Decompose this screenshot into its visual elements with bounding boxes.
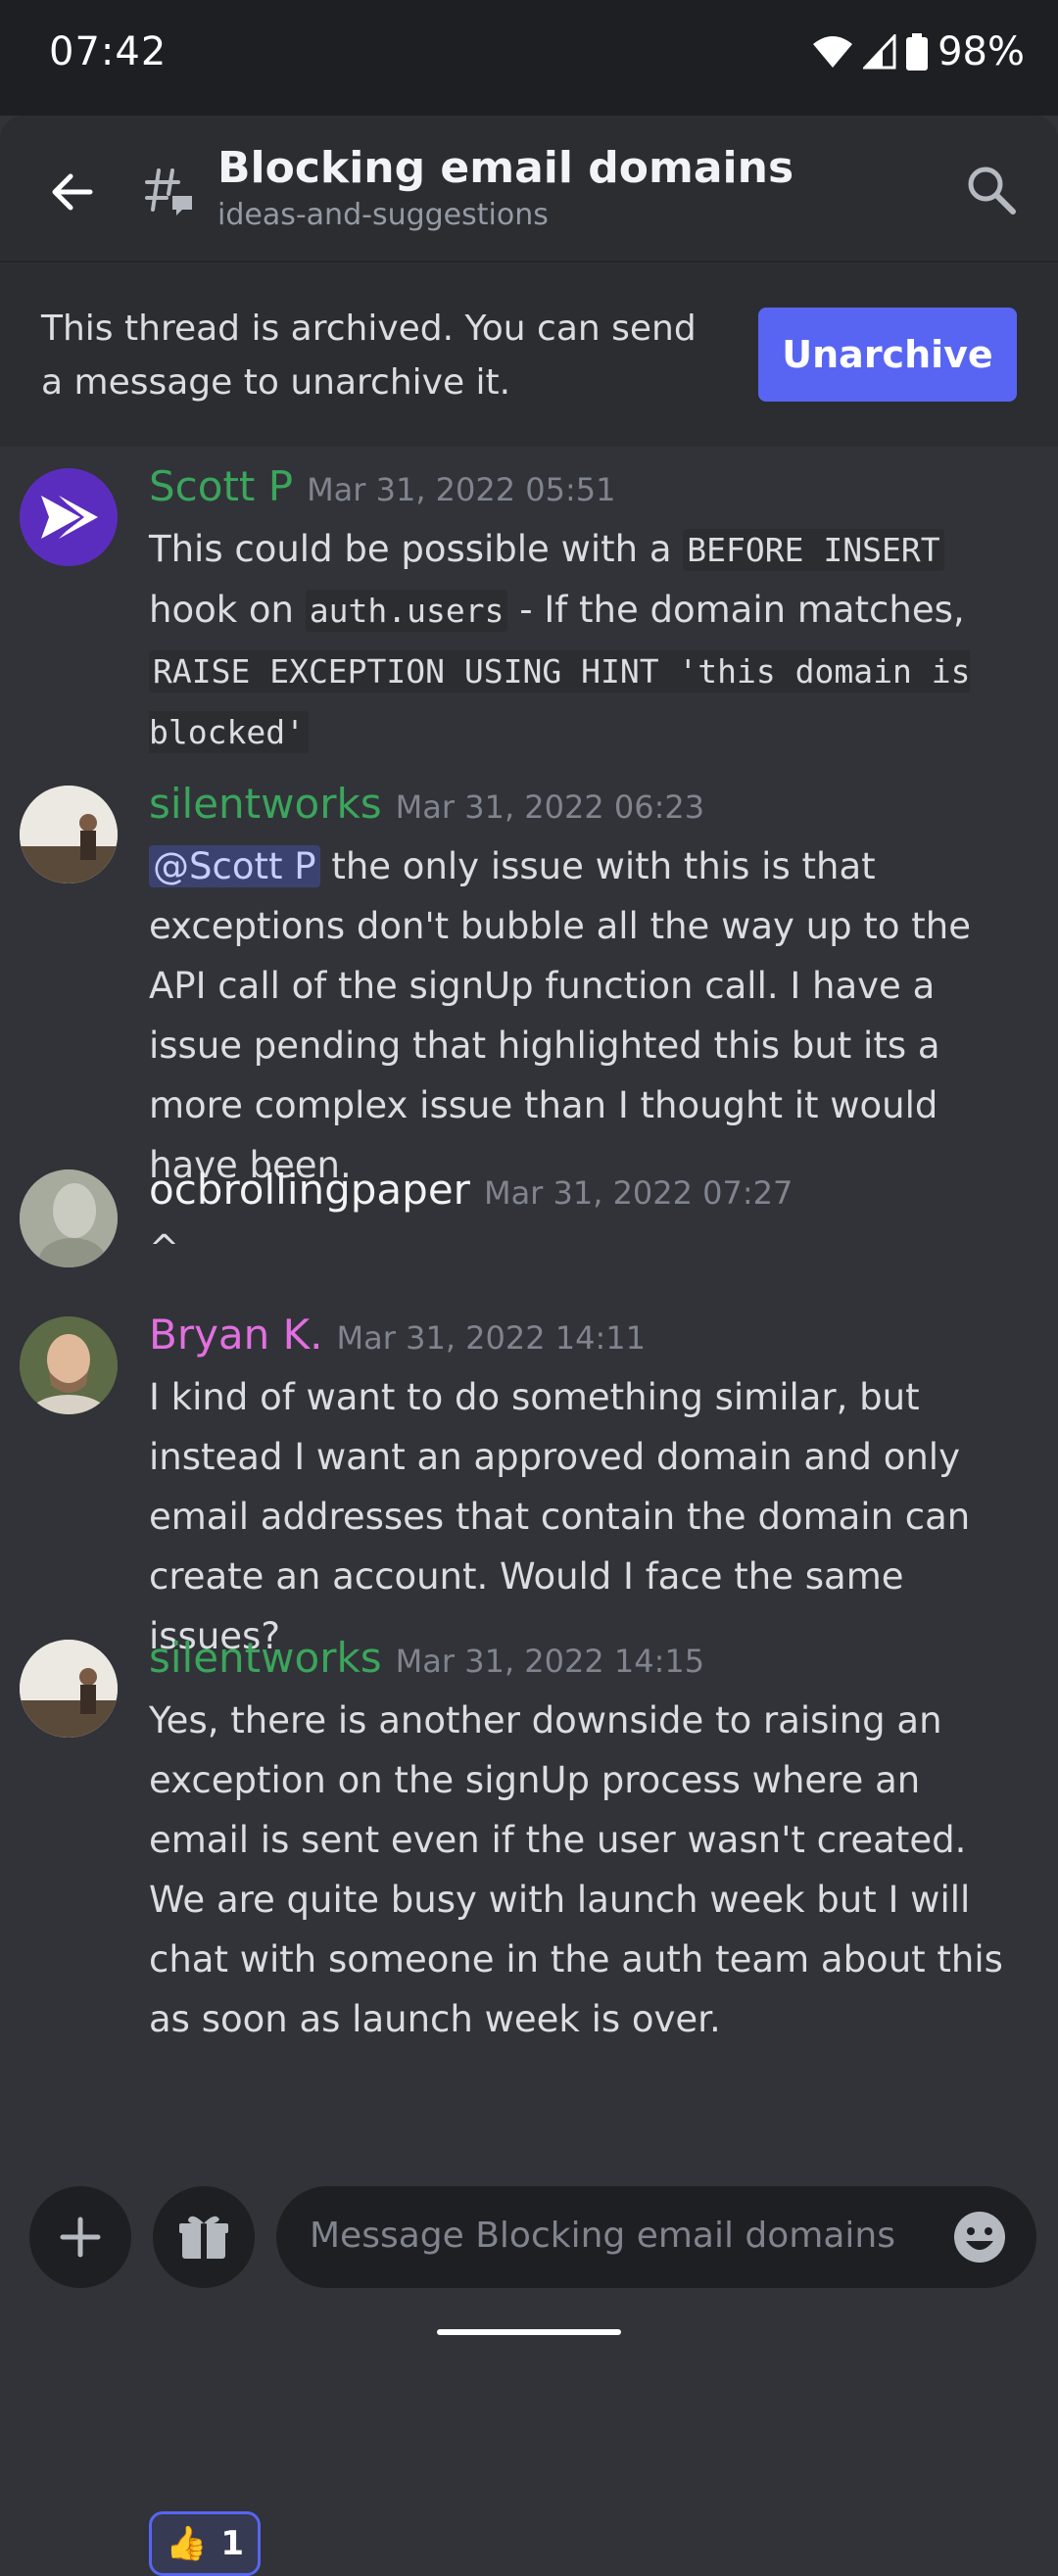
message-text: I kind of want to do something similar, … <box>149 1376 971 1657</box>
battery-percent: 98% <box>938 29 1025 74</box>
user-mention[interactable]: @Scott P <box>149 845 320 887</box>
logo-icon <box>41 496 98 539</box>
timestamp: Mar 31, 2022 07:27 <box>483 1174 794 1212</box>
message-text: ^ <box>149 1227 180 1269</box>
message-text: hook on <box>149 589 306 631</box>
gift-icon <box>179 2216 228 2259</box>
message-text: Yes, there is another downside to raisin… <box>149 1699 1003 2040</box>
author-name[interactable]: Bryan K. <box>149 1311 323 1359</box>
channel-name[interactable]: ideas-and-suggestions <box>217 198 549 232</box>
avatar[interactable] <box>20 786 118 883</box>
add-attachment-button[interactable] <box>29 2186 131 2288</box>
timestamp: Mar 31, 2022 14:15 <box>395 1643 705 1680</box>
plus-icon <box>60 2217 101 2258</box>
battery-icon <box>906 33 929 71</box>
search-icon[interactable] <box>964 163 1019 217</box>
signal-icon <box>863 34 896 70</box>
message-body: @Scott P the only issue with this is tha… <box>149 836 1031 1195</box>
author-name[interactable]: silentworks <box>149 1634 382 1682</box>
status-time: 07:42 <box>49 29 168 74</box>
message-body: I kind of want to do something similar, … <box>149 1367 1031 1666</box>
author-name[interactable]: Scott P <box>149 462 293 510</box>
timestamp: Mar 31, 2022 06:23 <box>395 788 705 826</box>
message-text: - If the domain matches, <box>507 589 965 631</box>
message-text: the only issue with this is that excepti… <box>149 845 971 1186</box>
message-input-placeholder: Message Blocking email domains <box>310 2216 896 2256</box>
archived-banner: This thread is archived. You can send a … <box>0 261 1058 447</box>
message-text: This could be possible with a <box>149 528 684 570</box>
home-indicator[interactable] <box>437 2329 621 2335</box>
thread-icon <box>145 168 192 215</box>
emoji-icon[interactable] <box>952 2210 1007 2265</box>
avatar[interactable] <box>20 1316 118 1414</box>
timestamp: Mar 31, 2022 14:11 <box>336 1319 646 1357</box>
thread-header: Blocking email domains ideas-and-suggest… <box>0 116 1058 261</box>
back-arrow-icon[interactable] <box>43 163 102 221</box>
avatar-image <box>20 786 118 883</box>
message-body: ^ <box>149 1218 1031 1278</box>
avatar-image <box>20 1640 118 1738</box>
message-input[interactable]: Message Blocking email domains <box>276 2186 1036 2288</box>
reaction-thumbs-up[interactable]: 👍 1 <box>149 2511 262 2576</box>
message-composer: Message Blocking email domains <box>0 2165 1058 2351</box>
avatar-image <box>20 1316 118 1414</box>
unarchive-button[interactable]: Unarchive <box>758 308 1017 402</box>
message-body: This could be possible with a BEFORE INS… <box>149 519 1031 762</box>
thumbs-up-icon: 👍 <box>166 2524 208 2563</box>
author-name[interactable]: ocbrollingpaper <box>149 1166 470 1214</box>
timestamp: Mar 31, 2022 05:51 <box>307 471 616 508</box>
avatar-image <box>20 1169 118 1267</box>
thread-title: Blocking email domains <box>217 143 794 193</box>
gift-button[interactable] <box>153 2186 255 2288</box>
author-name[interactable]: silentworks <box>149 780 382 828</box>
reaction-count: 1 <box>220 2524 245 2563</box>
avatar[interactable] <box>20 1640 118 1738</box>
archived-notice: This thread is archived. You can send a … <box>41 309 697 403</box>
inline-code: auth.users <box>305 590 508 632</box>
status-indicators: 98% <box>812 29 1025 74</box>
message-body: Yes, there is another downside to raisin… <box>149 1691 1031 2049</box>
wifi-icon <box>813 36 853 68</box>
avatar[interactable] <box>20 468 118 566</box>
status-bar: 07:42 98% <box>0 0 1058 116</box>
avatar[interactable] <box>20 1169 118 1267</box>
inline-code: BEFORE INSERT <box>683 529 944 571</box>
inline-code: RAISE EXCEPTION USING HINT 'this domain … <box>149 650 971 753</box>
